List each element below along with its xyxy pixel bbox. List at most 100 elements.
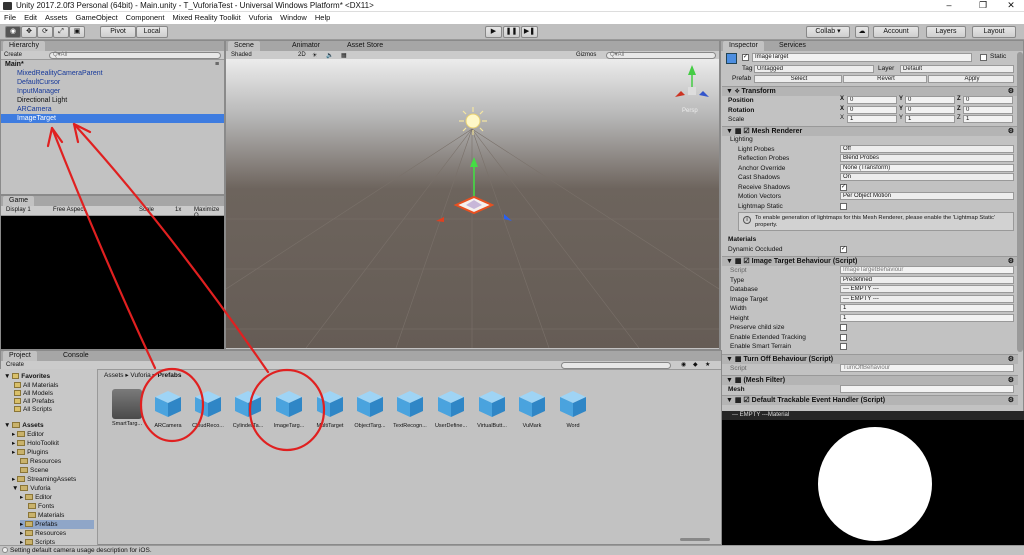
folder-holotoolkit[interactable]: ▸ HoloToolkit: [12, 439, 59, 448]
light-probes-dropdown[interactable]: Off: [840, 145, 1014, 153]
menu-assets[interactable]: Assets: [41, 12, 72, 23]
scene-search-input[interactable]: Q▾All: [606, 52, 716, 59]
folder-editor[interactable]: ▸ Editor: [12, 430, 44, 439]
folder-vuforia-resources[interactable]: ▸ Resources: [20, 529, 66, 538]
move-tool-icon[interactable]: ✥: [21, 26, 37, 38]
scale-z-field[interactable]: 1: [963, 115, 1013, 123]
project-search-input[interactable]: [561, 362, 671, 369]
tab-hierarchy[interactable]: Hierarchy: [3, 41, 45, 51]
folder-materials[interactable]: Materials: [28, 511, 64, 520]
scene-row-main[interactable]: Main*: [1, 60, 224, 69]
folder-vuforia[interactable]: ▼ Vuforia: [12, 484, 51, 493]
reflection-probes-dropdown[interactable]: Blend Probes: [840, 154, 1014, 162]
transform-settings-icon[interactable]: ⚙: [1008, 87, 1014, 96]
type-dropdown[interactable]: Predefined: [840, 276, 1014, 284]
scale-y-field[interactable]: 1: [905, 115, 955, 123]
folder-resources[interactable]: Resources: [20, 457, 61, 466]
asset-vumark[interactable]: VuMark: [515, 389, 549, 429]
shading-dropdown[interactable]: Shaded: [231, 52, 252, 58]
anchor-override-field[interactable]: None (Transform): [840, 164, 1014, 172]
active-checkbox[interactable]: ✓: [742, 54, 749, 61]
motion-vectors-dropdown[interactable]: Per Object Motion: [840, 192, 1014, 200]
asset-userdefined[interactable]: UserDefine...: [434, 389, 468, 429]
pivot-toggle[interactable]: Pivot: [100, 26, 136, 38]
transform-header[interactable]: ▼ ⟡ Transform ⚙: [722, 86, 1018, 96]
tab-asset-store[interactable]: Asset Store: [341, 41, 390, 51]
gizmos-dropdown[interactable]: Gizmos: [576, 52, 596, 58]
hierarchy-search-input[interactable]: Q▾All: [49, 52, 221, 59]
play-button[interactable]: ▶: [485, 26, 502, 38]
2d-toggle[interactable]: 2D: [298, 52, 306, 58]
hierarchy-item-defaultcursor[interactable]: DefaultCursor: [1, 78, 224, 87]
asset-multitarget[interactable]: MultiTarget: [313, 389, 347, 429]
width-field[interactable]: 1: [840, 304, 1014, 312]
position-x-field[interactable]: 0: [847, 96, 897, 104]
folder-prefabs[interactable]: ▸ Prefabs: [20, 520, 94, 529]
aspect-dropdown[interactable]: Free Aspect: [53, 207, 85, 213]
favorites-foldout[interactable]: ▼ Favorites: [4, 372, 50, 381]
scale-value[interactable]: 1x: [175, 207, 181, 213]
object-name-field[interactable]: ImageTarget: [752, 53, 972, 62]
prefab-apply-button[interactable]: Apply: [928, 75, 1014, 83]
filter-type-icon[interactable]: ◉: [681, 361, 686, 368]
breadcrumb-assets[interactable]: Assets: [104, 372, 124, 379]
scale-x-field[interactable]: 1: [847, 115, 897, 123]
maximize-button[interactable]: ❐: [972, 0, 994, 11]
favorite-all-scripts[interactable]: All Scripts: [14, 405, 52, 414]
height-field[interactable]: 1: [840, 314, 1014, 322]
breadcrumb-vuforia[interactable]: Vuforia: [130, 372, 150, 379]
account-dropdown[interactable]: Account: [873, 26, 919, 38]
receive-shadows-checkbox[interactable]: ✓: [840, 184, 847, 191]
default-trackable-event-handler-header[interactable]: ▼ ▦ ☑ Default Trackable Event Handler (S…: [722, 395, 1018, 405]
lighting-foldout[interactable]: Lighting: [730, 135, 753, 144]
folder-streamingassets[interactable]: ▸ StreamingAssets: [12, 475, 76, 484]
asset-virtualbutton[interactable]: VirtualButt...: [475, 389, 509, 429]
hierarchy-options-icon[interactable]: ≡: [215, 61, 219, 68]
position-z-field[interactable]: 0: [963, 96, 1013, 104]
hierarchy-create-button[interactable]: Create: [4, 52, 22, 58]
hierarchy-item-inputmanager[interactable]: InputManager: [1, 87, 224, 96]
hierarchy-item-arcamera[interactable]: ARCamera: [1, 105, 224, 114]
minimize-button[interactable]: –: [938, 0, 960, 10]
asset-arcamera[interactable]: ARCamera: [151, 389, 185, 429]
tab-inspector[interactable]: Inspector: [723, 41, 764, 51]
pause-button[interactable]: ❚❚: [503, 26, 520, 38]
hierarchy-item-imagetarget[interactable]: ImageTarget: [1, 114, 224, 123]
menu-edit[interactable]: Edit: [20, 12, 41, 23]
display-dropdown[interactable]: Display 1: [6, 207, 31, 213]
asset-cloudreco[interactable]: CloudReco...: [191, 389, 225, 429]
position-y-field[interactable]: 0: [905, 96, 955, 104]
maximize-on-play-toggle[interactable]: Maximize O: [194, 207, 224, 219]
preserve-child-size-checkbox[interactable]: [840, 324, 847, 331]
layer-dropdown[interactable]: Default: [900, 65, 1014, 73]
lighting-toggle-icon[interactable]: ☀: [312, 52, 317, 59]
mesh-renderer-settings-icon[interactable]: ⚙: [1008, 127, 1014, 136]
favorite-icon[interactable]: ★: [705, 361, 710, 368]
menu-gameobject[interactable]: GameObject: [72, 12, 122, 23]
rotation-y-field[interactable]: 0: [905, 106, 955, 114]
image-target-dropdown[interactable]: --- EMPTY ---: [840, 295, 1014, 303]
prefab-select-button[interactable]: Select: [754, 75, 842, 83]
image-target-behaviour-header[interactable]: ▼ ▦ ☑ Image Target Behaviour (Script) ⚙: [722, 256, 1018, 266]
menu-vuforia[interactable]: Vuforia: [245, 12, 277, 23]
hierarchy-item-directional-light[interactable]: Directional Light: [1, 96, 224, 105]
step-button[interactable]: ▶❚: [521, 26, 538, 38]
scene-viewport[interactable]: Persp: [226, 59, 719, 348]
hand-tool-icon[interactable]: ◉: [5, 26, 21, 38]
tab-game[interactable]: Game: [3, 196, 35, 206]
tab-scene[interactable]: Scene: [228, 41, 260, 51]
dteh-settings-icon[interactable]: ⚙: [1008, 396, 1014, 405]
asset-word[interactable]: Word: [556, 389, 590, 429]
audio-toggle-icon[interactable]: 🔈: [326, 52, 333, 59]
rect-tool-icon[interactable]: ▣: [69, 26, 85, 38]
tab-project[interactable]: Project: [3, 351, 37, 361]
menu-mixed-reality-toolkit[interactable]: Mixed Reality Toolkit: [168, 12, 244, 23]
mesh-field[interactable]: [840, 385, 1014, 393]
rotation-x-field[interactable]: 0: [847, 106, 897, 114]
database-dropdown[interactable]: --- EMPTY ---: [840, 285, 1014, 293]
folder-vuforia-editor[interactable]: ▸ Editor: [20, 493, 52, 502]
hierarchy-item-mixedrealitycameraparent[interactable]: MixedRealityCameraParent: [1, 69, 224, 78]
cast-shadows-dropdown[interactable]: On: [840, 173, 1014, 181]
extended-tracking-checkbox[interactable]: [840, 334, 847, 341]
local-toggle[interactable]: Local: [136, 26, 168, 38]
